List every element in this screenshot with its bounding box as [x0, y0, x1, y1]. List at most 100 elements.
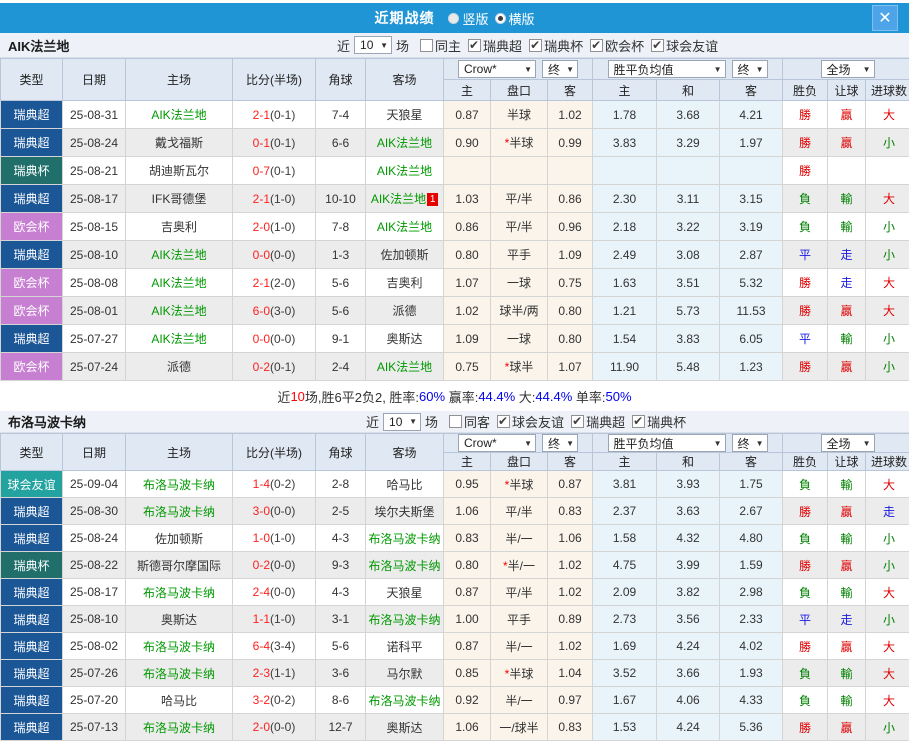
odds-away-cell: 0.83: [546, 713, 594, 741]
result-wdl-cell: 負: [782, 212, 829, 241]
scope-select[interactable]: 全场 ▼: [820, 434, 875, 452]
match-row: 瑞典超 25-07-20 哈马比 3-2(0-2) 8-6 布洛马波卡纳 0.92 半/一 0.…: [0, 686, 909, 714]
result-goals-cell: 大: [865, 632, 909, 660]
date-cell: 25-07-24: [62, 352, 126, 381]
games-count-select[interactable]: 10 ▼: [354, 36, 393, 54]
summary-segment-5: 44.4%: [478, 388, 516, 404]
filter-checkbox-label-3: 瑞典杯: [647, 415, 687, 430]
avg-home-cell: 4.75: [592, 551, 658, 579]
avg-away-cell: 2.67: [719, 497, 784, 525]
score-cell: 2-0(0-0): [232, 713, 316, 741]
home-team: 布洛马波卡纳: [142, 639, 215, 654]
score-cell: 2-1(1-0): [232, 184, 316, 213]
match-row: 瑞典超 25-08-30 布洛马波卡纳 3-0(0-0) 2-5 埃尔夫斯堡 1.06 平/半…: [0, 497, 909, 525]
avg-away-cell: 4.80: [719, 524, 784, 552]
sub-header-3: 主: [592, 452, 658, 471]
summary-segment-6: 大:: [515, 389, 536, 405]
near-label: 近: [366, 415, 380, 430]
result-goals-cell: 大: [865, 184, 909, 213]
odds-company-select[interactable]: Crow* ▼: [458, 60, 536, 78]
vertical-layout-radio[interactable]: [448, 12, 460, 24]
chevron-down-icon: ▼: [524, 64, 532, 74]
avg-select[interactable]: 胜平负均值 ▼: [607, 434, 726, 452]
close-button[interactable]: ✕: [872, 5, 898, 31]
away-team-cell: 布洛马波卡纳: [365, 605, 444, 633]
odds-stage-select[interactable]: 终 ▼: [542, 434, 578, 452]
team-name: AIK法兰地: [8, 38, 70, 54]
col-header-0: 类型: [0, 433, 63, 471]
score-cell: 1-1(1-0): [232, 605, 316, 633]
score-cell: 0-0(0-0): [232, 324, 316, 353]
result-wdl-cell: 勝: [782, 268, 829, 297]
home-team: 布洛马波卡纳: [142, 585, 215, 600]
filter-checkbox-1[interactable]: [497, 414, 511, 428]
match-row: 瑞典超 25-08-24 佐加顿斯 1-0(1-0) 4-3 布洛马波卡纳 0.83 半/一 1…: [0, 524, 909, 552]
scope-select[interactable]: 全场 ▼: [820, 60, 875, 78]
odds-company-select[interactable]: Crow* ▼: [458, 434, 536, 452]
result-handicap-cell: 贏: [827, 128, 867, 157]
close-icon: ✕: [878, 10, 892, 27]
filter-controls: 近 10 ▼ 场 同主 瑞典超 瑞典杯 欧会杯 球会友谊: [333, 36, 718, 55]
odds-home-cell: 0.80: [443, 240, 491, 269]
result-goals-cell: 大: [865, 686, 909, 714]
score-cell: 6-4(3-4): [232, 632, 316, 660]
result-wdl-cell: 負: [782, 659, 829, 687]
avg-header-cell: 胜平负均值 ▼ 终 ▼: [592, 433, 784, 453]
fulltime-score: 2-1: [252, 107, 270, 122]
odds-stage-select[interactable]: 终 ▼: [542, 60, 578, 78]
filter-checkbox-2[interactable]: [529, 38, 543, 52]
away-team-cell: 布洛马波卡纳: [365, 551, 444, 579]
halftime-score: (0-0): [270, 720, 296, 734]
match-row: 瑞典杯 25-08-21 胡迪斯瓦尔 0-7(0-1) AIK法兰地 勝: [0, 156, 909, 185]
match-row: 瑞典超 25-08-10 奥斯达 1-1(1-0) 3-1 布洛马波卡纳 1.00 平手 0.8…: [0, 605, 909, 633]
filter-checkbox-0[interactable]: [449, 415, 463, 428]
halftime-score: (1-0): [270, 191, 296, 206]
handicap-cell: *半球: [490, 128, 548, 157]
away-team: 布洛马波卡纳: [368, 612, 441, 627]
result-handicap-cell: 輸: [827, 578, 867, 606]
away-team: 布洛马波卡纳: [368, 531, 441, 546]
games-suffix-label: 场: [425, 415, 439, 430]
avg-home-cell: 2.49: [592, 240, 658, 269]
result-goals-cell: 大: [865, 470, 909, 498]
summary-segment-4: 赢率:: [445, 389, 479, 405]
away-team: 佐加顿斯: [380, 248, 429, 262]
date-cell: 25-07-20: [62, 686, 126, 714]
date-cell: 25-08-02: [62, 632, 126, 660]
corner-cell: 4-3: [315, 524, 366, 552]
filter-checkbox-3[interactable]: [632, 414, 646, 428]
chevron-down-icon: ▼: [380, 40, 389, 50]
date-cell: 25-08-24: [62, 128, 126, 157]
match-row: 瑞典杯 25-08-22 斯德哥尔摩国际 0-2(0-0) 9-3 布洛马波卡纳 0.80 *…: [0, 551, 909, 579]
away-team-cell: 奥斯达: [365, 324, 444, 353]
fulltime-score: 0-7: [252, 163, 270, 178]
score-cell: 1-4(0-2): [232, 470, 316, 498]
col-header-5: 客场: [365, 58, 444, 101]
filter-checkbox-0[interactable]: [420, 38, 434, 52]
result-handicap-cell: 輸: [827, 470, 867, 498]
odds-home-cell: 0.80: [443, 551, 491, 579]
halftime-score: (0-1): [270, 135, 296, 150]
avg-header-cell: 胜平负均值 ▼ 终 ▼: [592, 58, 784, 80]
away-team-cell: 天狼星: [365, 578, 444, 606]
home-team: 奥斯达: [160, 612, 197, 627]
odds-home-cell: 0.85: [443, 659, 491, 687]
odds-away-cell: 0.96: [546, 212, 594, 241]
avg-stage-select[interactable]: 终 ▼: [731, 60, 768, 78]
chevron-down-icon: ▼: [862, 64, 871, 74]
handicap-value: 半/一: [505, 693, 533, 708]
filter-checkbox-2[interactable]: [571, 414, 585, 428]
avg-home-cell: 3.81: [592, 470, 658, 498]
date-cell: 25-07-13: [62, 713, 126, 741]
horizontal-layout-radio[interactable]: [494, 12, 506, 24]
avg-stage-select[interactable]: 终 ▼: [731, 434, 768, 452]
filter-checkbox-4[interactable]: [651, 38, 665, 52]
filter-checkbox-1[interactable]: [468, 38, 482, 52]
fulltime-score: 0-1: [252, 135, 270, 150]
avg-draw-cell: 3.56: [656, 605, 721, 633]
avg-select[interactable]: 胜平负均值 ▼: [607, 60, 726, 78]
filter-controls: 近 10 ▼ 场 同客 球会友谊 瑞典超 瑞典杯: [362, 412, 686, 431]
fulltime-score: 2-0: [252, 219, 270, 234]
games-count-select[interactable]: 10 ▼: [383, 412, 422, 431]
filter-checkbox-3[interactable]: [590, 38, 604, 52]
